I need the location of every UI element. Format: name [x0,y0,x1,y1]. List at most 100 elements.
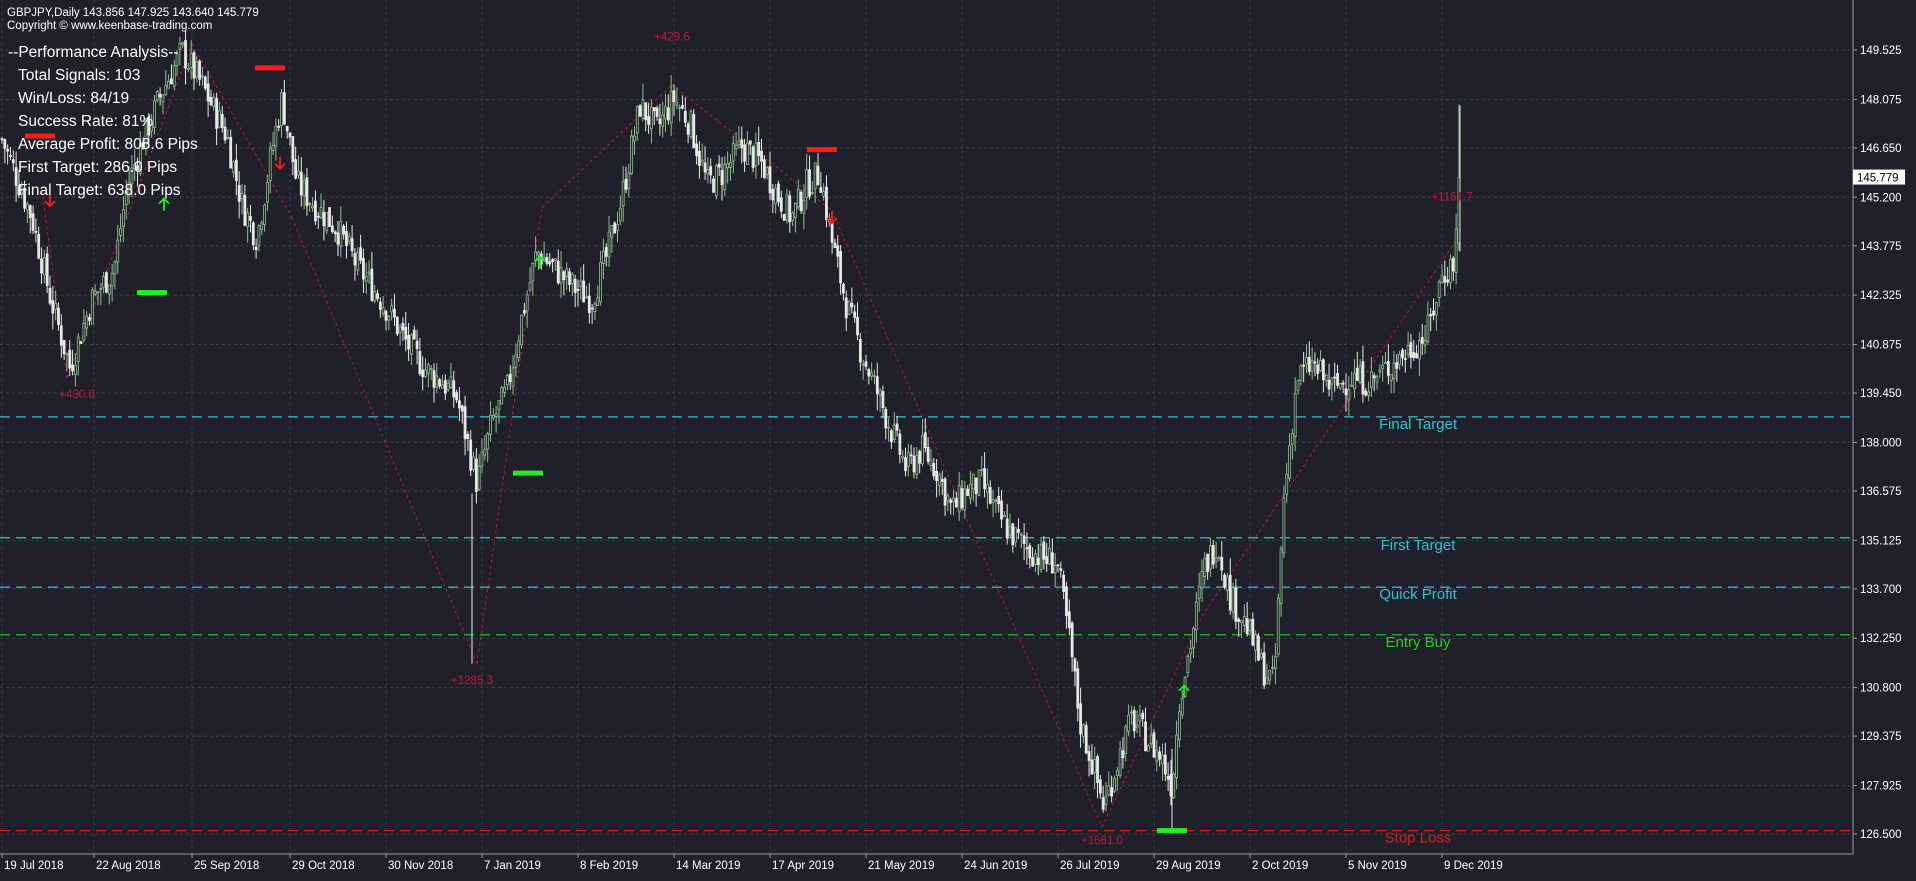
candle-body [963,488,967,511]
candle-body [986,483,989,493]
candle-body [189,53,193,68]
candle-body [1432,310,1435,316]
candle-body [980,468,984,471]
candle-body [771,189,775,201]
candle-body [599,261,602,303]
candle-body [785,194,789,221]
candle-body [302,180,306,197]
candle-body [1296,380,1300,392]
candle-body [9,154,12,157]
pip-profit-label: +429.6 [654,32,690,44]
candle-body [878,390,882,396]
candle-body [782,214,786,221]
candle-body [223,126,227,141]
candle-body [339,220,343,247]
candle-body [455,392,458,401]
perf-average-profit: Average Profit: 808.6 Pips [18,136,198,153]
candle-body [836,245,840,257]
level-label: Quick Profit [1379,586,1457,603]
candle-body [703,162,707,173]
candle-body [1288,445,1291,479]
candle-body [93,290,97,295]
candle-body [830,220,834,243]
candle-body [232,161,235,173]
candle-body [192,52,196,79]
candle-body [220,113,224,128]
candle-body [410,334,413,355]
candle-body [491,415,495,419]
candle-body [1096,756,1099,784]
candle-body [342,225,346,235]
candle-body [892,424,896,441]
candle-body [1175,734,1178,778]
candle-body [762,159,766,178]
candle-body [1076,668,1080,709]
perf-success-rate: Success Rate: 81% [18,113,153,130]
candle-body [983,468,986,490]
candle-body [971,473,975,490]
candle-body [1364,390,1368,396]
candle-body [593,303,597,312]
candle-body [655,107,659,117]
candle-body [285,125,289,132]
candle-body [706,168,710,175]
candle-body [698,150,701,166]
candle-body [881,391,885,409]
price-chart[interactable]: Final Target First Target Quick Profit Entr… [0,0,1916,876]
candle-body [802,199,806,214]
candle-body [1135,724,1139,728]
candle-body [353,253,357,266]
candle-body [68,349,72,369]
candle-body [974,477,978,494]
candle-body [890,430,893,443]
candle-body [1367,391,1370,396]
candle-body [650,106,653,129]
candle-body [1214,557,1218,562]
candle-body [1245,618,1249,635]
candle-body [209,97,213,106]
candle-body [1172,773,1176,799]
candle-body [664,106,667,120]
candle-body [1115,770,1119,776]
price-tick-label: 149.525 [1860,45,1902,57]
candle-body [1166,775,1170,780]
candle-body [994,499,998,502]
candle-body [1409,342,1413,358]
candle-body [545,256,549,264]
candle-body [1423,340,1427,346]
candle-body [1251,618,1255,646]
candle-body [266,182,269,203]
candle-body [508,373,512,383]
time-tick-label: 22 Aug 2018 [96,860,161,872]
chart-window[interactable]: Final Target First Target Quick Profit Entr… [0,0,1916,876]
candle-body [760,150,763,162]
candle-body [579,280,583,287]
candle-body [426,364,430,374]
candle-body [1341,382,1345,385]
candle-body [378,301,382,310]
candle-body [161,94,165,103]
candle-body [683,111,687,123]
buy-signal-bar [1157,828,1187,834]
candle-body [977,469,981,496]
candle-body [675,102,679,106]
time-tick-label: 29 Oct 2018 [292,860,355,872]
candle-body [1067,611,1071,628]
candle-body [695,143,698,157]
candle-body [1110,787,1114,797]
candle-body [520,314,523,346]
price-tick-label: 133.700 [1860,584,1902,596]
candle-body [791,212,794,221]
candle-body [1392,362,1396,380]
candle-body [1039,544,1043,570]
candle-body [474,458,478,492]
candle-body [522,310,526,314]
candle-body [181,42,185,45]
candle-body [658,118,662,124]
candle-body [85,315,89,329]
candle-body [1104,795,1108,805]
candle-body [229,137,233,169]
candle-body [243,194,247,226]
candle-body [709,166,713,176]
candle-body [946,495,950,502]
